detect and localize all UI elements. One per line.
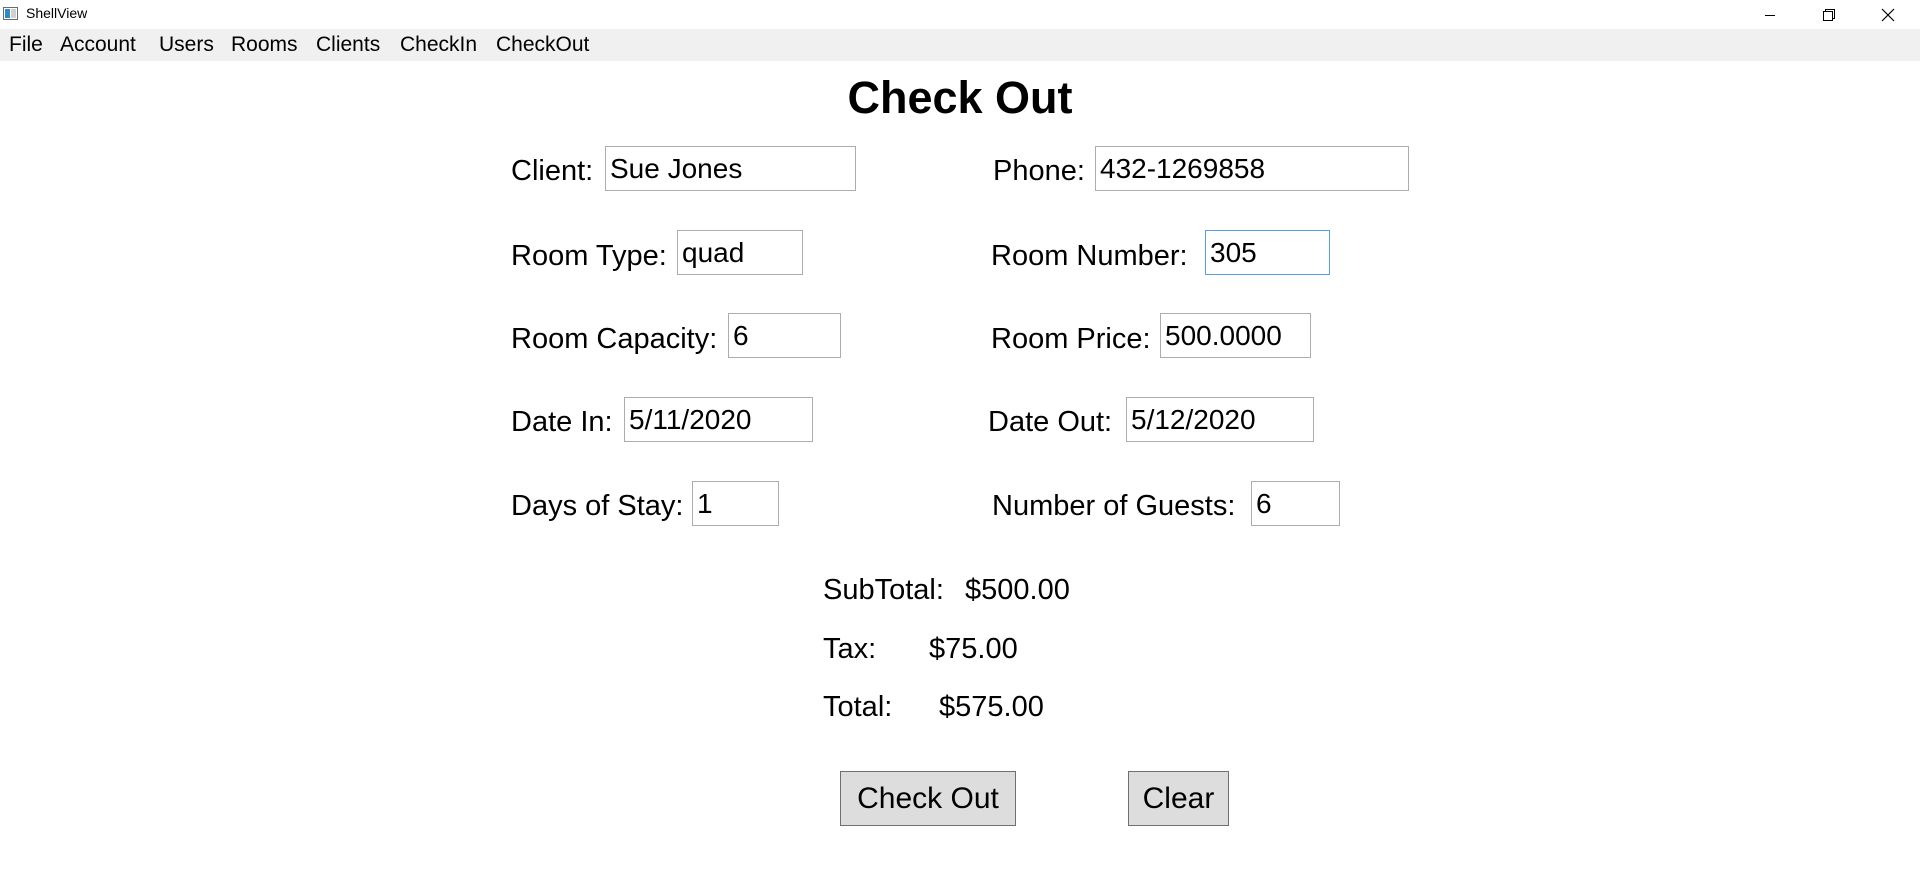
phone-label: Phone: bbox=[993, 155, 1085, 187]
room-type-field[interactable] bbox=[677, 230, 803, 275]
date-out-field[interactable] bbox=[1126, 397, 1314, 442]
room-number-field[interactable] bbox=[1205, 230, 1330, 275]
days-of-stay-field[interactable] bbox=[692, 481, 779, 526]
menu-file[interactable]: File bbox=[9, 33, 43, 57]
clear-button[interactable]: Clear bbox=[1128, 771, 1229, 826]
phone-field[interactable] bbox=[1095, 146, 1409, 191]
title-bar: ShellView bbox=[0, 0, 1920, 29]
room-price-label: Room Price: bbox=[991, 323, 1151, 355]
menu-clients[interactable]: Clients bbox=[316, 33, 380, 57]
window-title: ShellView bbox=[26, 5, 88, 21]
minimize-button[interactable] bbox=[1741, 0, 1799, 29]
room-price-field[interactable] bbox=[1160, 313, 1311, 358]
minimize-icon bbox=[1765, 14, 1775, 16]
total-value: $575.00 bbox=[939, 691, 1044, 723]
total-label: Total: bbox=[823, 691, 893, 723]
room-capacity-label: Room Capacity: bbox=[511, 323, 718, 355]
subtotal-value: $500.00 bbox=[965, 574, 1070, 606]
restore-icon bbox=[1823, 8, 1835, 21]
days-of-stay-label: Days of Stay: bbox=[511, 490, 684, 522]
close-icon bbox=[1881, 8, 1895, 21]
room-capacity-field[interactable] bbox=[728, 313, 841, 358]
tax-label: Tax: bbox=[823, 633, 877, 665]
client-label: Client: bbox=[511, 155, 594, 187]
room-number-label: Room Number: bbox=[991, 240, 1188, 272]
check-out-button[interactable]: Check Out bbox=[840, 771, 1016, 826]
menu-bar: File Account Users Rooms Clients CheckIn… bbox=[0, 29, 1920, 61]
client-field[interactable] bbox=[605, 146, 856, 191]
close-button[interactable] bbox=[1859, 0, 1917, 29]
menu-checkin[interactable]: CheckIn bbox=[400, 33, 477, 57]
menu-checkout[interactable]: CheckOut bbox=[496, 33, 589, 57]
room-type-label: Room Type: bbox=[511, 240, 667, 272]
date-out-label: Date Out: bbox=[988, 406, 1113, 438]
menu-rooms[interactable]: Rooms bbox=[231, 33, 298, 57]
page-title: Check Out bbox=[847, 72, 1073, 123]
number-of-guests-label: Number of Guests: bbox=[992, 490, 1236, 522]
subtotal-label: SubTotal: bbox=[823, 574, 944, 606]
tax-value: $75.00 bbox=[929, 633, 1018, 665]
date-in-field[interactable] bbox=[624, 397, 813, 442]
menu-users[interactable]: Users bbox=[159, 33, 214, 57]
number-of-guests-field[interactable] bbox=[1251, 481, 1340, 526]
date-in-label: Date In: bbox=[511, 406, 613, 438]
app-icon bbox=[3, 7, 18, 20]
menu-account[interactable]: Account bbox=[60, 33, 136, 57]
restore-button[interactable] bbox=[1800, 0, 1858, 29]
